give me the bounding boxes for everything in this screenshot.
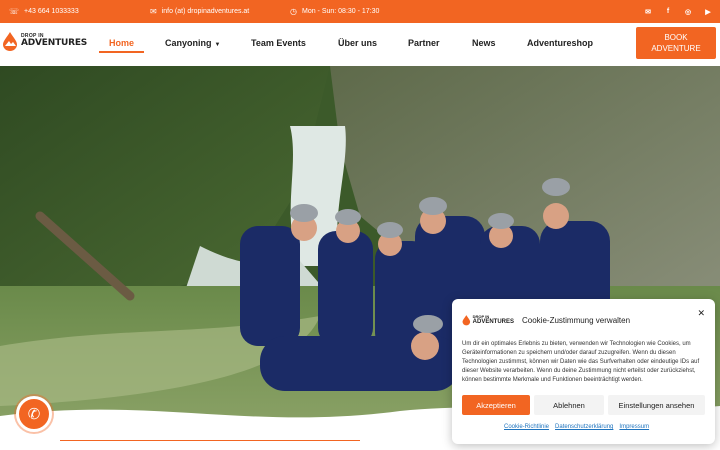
logo-line-2: ADVENTURES: [21, 38, 88, 48]
phone-contact[interactable]: ☏ +43 664 1033333: [9, 0, 79, 23]
main-header: DROP IN ADVENTURES Home Canyoning ▼ Team …: [0, 23, 720, 66]
deny-button[interactable]: Ablehnen: [534, 395, 604, 415]
email-contact[interactable]: ✉ info (at) dropinadventures.at: [150, 0, 249, 23]
close-icon[interactable]: ✕: [697, 308, 705, 319]
opening-hours: ◷ Mon - Sun: 08:30 - 17:30: [290, 0, 379, 23]
cookie-text: Um dir ein optimales Erlebnis zu bieten,…: [462, 341, 700, 383]
nav-about[interactable]: Über uns: [338, 38, 377, 48]
drop-logo-icon: [462, 315, 471, 326]
phone-icon: ☏: [9, 6, 20, 16]
cookie-consent-dialog: DROP IN ADVENTURES Cookie-Zustimmung ver…: [452, 299, 715, 444]
nav-news[interactable]: News: [472, 38, 496, 48]
clock-icon: ◷: [290, 6, 297, 16]
envelope-icon: ✉: [150, 6, 157, 16]
phone-number: +43 664 1033333: [24, 8, 79, 15]
book-adventure-button[interactable]: BOOK ADVENTURE: [636, 27, 716, 59]
view-settings-button[interactable]: Einstellungen ansehen: [608, 395, 705, 415]
social-links: ✉ f ◎ ▶: [644, 0, 712, 23]
youtube-icon[interactable]: ▶: [704, 8, 712, 16]
email-address: info (at) dropinadventures.at: [161, 8, 250, 15]
cookie-policy-link[interactable]: Cookie-Richtlinie: [504, 424, 549, 430]
cookie-logo: DROP IN ADVENTURES: [462, 314, 514, 326]
chevron-down-icon: ▼: [214, 42, 221, 48]
nav-adventureshop[interactable]: Adventureshop: [527, 38, 593, 48]
top-bar: ☏ +43 664 1033333 ✉ info (at) dropinadve…: [0, 0, 720, 23]
drop-logo-icon: [3, 32, 17, 51]
phone-icon: ✆: [27, 406, 41, 423]
accept-button[interactable]: Akzeptieren: [462, 395, 530, 415]
call-button[interactable]: ✆: [16, 396, 52, 432]
nav-home[interactable]: Home: [98, 38, 145, 53]
facebook-icon[interactable]: f: [664, 8, 672, 15]
nav-canyoning[interactable]: Canyoning ▼: [165, 38, 220, 48]
site-logo[interactable]: DROP IN ADVENTURES: [2, 31, 87, 51]
imprint-link[interactable]: Impressum: [619, 424, 649, 430]
nav-team-events[interactable]: Team Events: [251, 38, 306, 48]
privacy-policy-link[interactable]: Datenschutzerklärung: [555, 424, 613, 430]
nav-partner[interactable]: Partner: [408, 38, 440, 48]
mail-icon[interactable]: ✉: [644, 8, 652, 16]
cookie-title: Cookie-Zustimmung verwalten: [522, 315, 631, 325]
divider: [60, 440, 360, 441]
opening-hours-text: Mon - Sun: 08:30 - 17:30: [301, 8, 380, 15]
instagram-icon[interactable]: ◎: [684, 8, 692, 16]
